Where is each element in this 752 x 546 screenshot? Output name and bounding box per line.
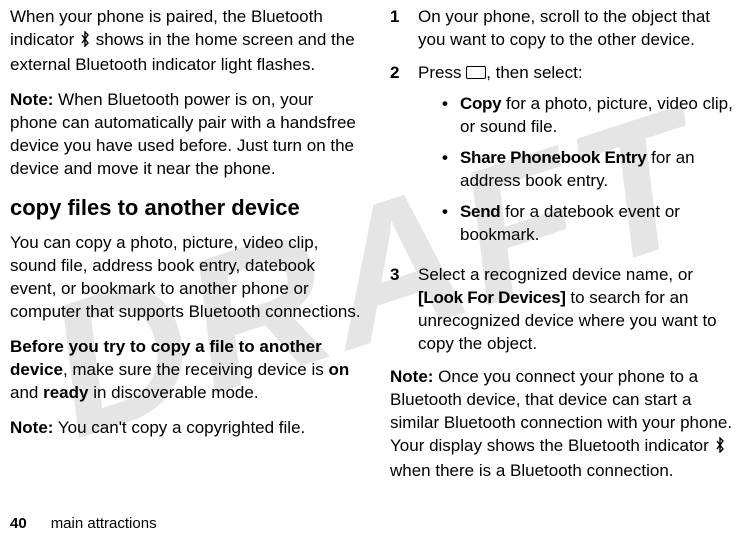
note-label: Note:: [10, 418, 53, 437]
auto-pair-note: Note: When Bluetooth power is on, your p…: [10, 89, 362, 181]
copy-intro-paragraph: You can copy a photo, picture, video cli…: [10, 232, 362, 324]
section-name: main attractions: [51, 515, 157, 532]
step-3: 3 Select a recognized device name, or [L…: [390, 264, 742, 356]
menu-option: Send: [460, 202, 500, 221]
bullet-body: Share Phonebook Entry for an address boo…: [460, 147, 742, 193]
step-number: 3: [390, 264, 418, 356]
text: for a photo, picture, video clip, or sou…: [460, 94, 733, 136]
note-label: Note:: [10, 90, 53, 109]
step-body: Select a recognized device name, or [Loo…: [418, 264, 742, 356]
menu-option: Share Phonebook Entry: [460, 148, 646, 167]
step-body: Press , then select: • Copy for a photo,…: [418, 62, 742, 255]
text: and: [10, 383, 43, 402]
text: when there is a Bluetooth connection.: [390, 461, 674, 480]
copyright-note: Note: You can't copy a copyrighted file.: [10, 417, 362, 440]
right-column: 1 On your phone, scroll to the object th…: [390, 6, 742, 495]
page-number: 40: [10, 515, 27, 532]
before-copy-paragraph: Before you try to copy a file to another…: [10, 336, 362, 405]
text: in discoverable mode.: [88, 383, 258, 402]
bullet-body: Copy for a photo, picture, video clip, o…: [460, 93, 742, 139]
text: Select a recognized device name, or: [418, 265, 693, 284]
text: You can't copy a copyrighted file.: [53, 418, 305, 437]
text: Once you connect your phone to a Bluetoo…: [390, 367, 732, 455]
text: on: [328, 360, 349, 379]
note-label: Note:: [390, 367, 433, 386]
page-footer: 40 main attractions: [10, 515, 157, 532]
step-number: 1: [390, 6, 418, 52]
bullet-marker: •: [442, 147, 460, 193]
text: When Bluetooth power is on, your phone c…: [10, 90, 356, 178]
bluetooth-icon: [79, 31, 91, 54]
text: , make sure the receiving device is: [63, 360, 329, 379]
bullet-marker: •: [442, 201, 460, 247]
text: Press: [418, 63, 466, 82]
connection-note: Note: Once you connect your phone to a B…: [390, 366, 742, 483]
bullet-share-phonebook: • Share Phonebook Entry for an address b…: [442, 147, 742, 193]
text: ready: [43, 383, 88, 402]
menu-key-icon: [466, 66, 486, 79]
bullet-copy: • Copy for a photo, picture, video clip,…: [442, 93, 742, 139]
step-number: 2: [390, 62, 418, 255]
step-2: 2 Press , then select: • Copy for a phot…: [390, 62, 742, 255]
bullet-body: Send for a datebook event or bookmark.: [460, 201, 742, 247]
paired-paragraph: When your phone is paired, the Bluetooth…: [10, 6, 362, 77]
bluetooth-icon: [714, 437, 726, 460]
page-body: When your phone is paired, the Bluetooth…: [0, 0, 752, 495]
menu-option: Copy: [460, 94, 501, 113]
step-1: 1 On your phone, scroll to the object th…: [390, 6, 742, 52]
section-heading-copy-files: copy files to another device: [10, 193, 362, 223]
text: , then select:: [486, 63, 582, 82]
left-column: When your phone is paired, the Bluetooth…: [10, 6, 362, 495]
step-body: On your phone, scroll to the object that…: [418, 6, 742, 52]
menu-option: [Look For Devices]: [418, 288, 566, 307]
bullet-marker: •: [442, 93, 460, 139]
bullet-send: • Send for a datebook event or bookmark.: [442, 201, 742, 247]
